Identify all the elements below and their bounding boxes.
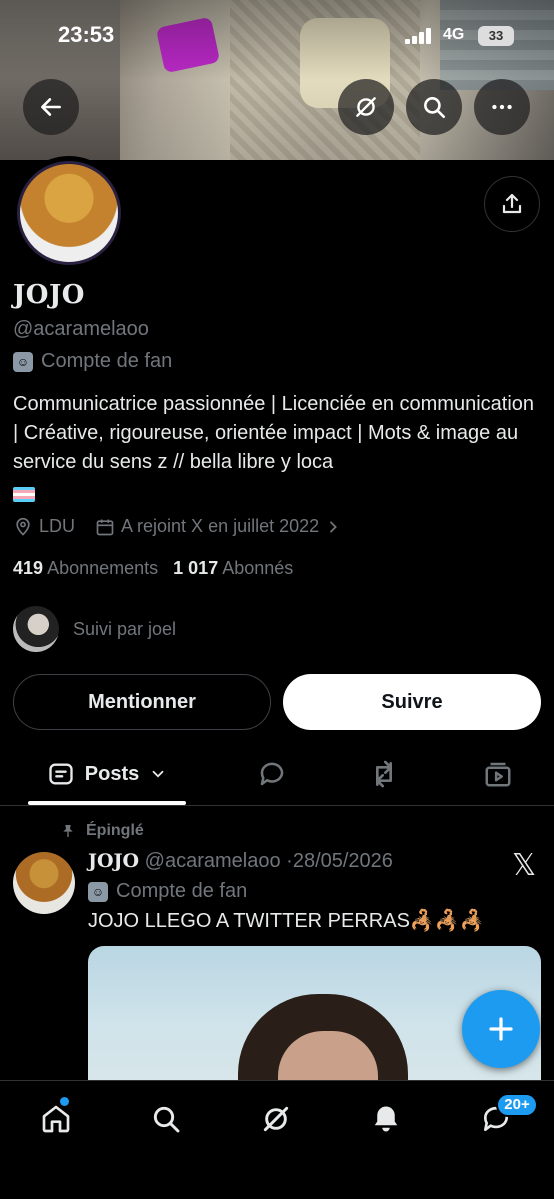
tab-replies[interactable] <box>252 744 292 804</box>
share-button[interactable] <box>484 176 540 232</box>
trans-flag-icon <box>13 487 35 503</box>
pinned-indicator: Épinglé <box>60 822 144 840</box>
plus-icon <box>489 1017 513 1041</box>
bottom-nav: 20+ <box>0 1080 554 1199</box>
followers-label: Abonnés <box>222 558 294 578</box>
home-icon <box>42 1105 70 1133</box>
following-count: 419 <box>13 558 44 578</box>
reply-icon <box>260 762 284 786</box>
pin-icon <box>63 825 73 837</box>
profile-meta: LDU A rejoint X en juillet 2022 <box>13 516 341 537</box>
mention-button[interactable]: Mentionner <box>13 674 271 730</box>
grok-icon <box>356 97 376 117</box>
network-type: 4G <box>443 26 465 43</box>
back-button[interactable] <box>23 79 79 135</box>
follow-button[interactable]: Suivre <box>283 674 541 730</box>
compose-button[interactable] <box>462 990 540 1068</box>
tab-media[interactable] <box>478 744 518 804</box>
repost-icon <box>376 760 392 788</box>
post-author-name[interactable]: JOJO <box>88 850 139 872</box>
profile-avatar[interactable] <box>12 156 126 270</box>
profile-location: LDU <box>39 516 76 536</box>
video-icon <box>485 762 511 787</box>
post-date[interactable]: 28/05/2026 <box>293 850 393 872</box>
more-options-button[interactable] <box>474 79 530 135</box>
calendar-icon <box>96 519 114 535</box>
profile-handle: @acaramelaoo <box>13 318 149 340</box>
search-icon <box>424 97 446 119</box>
search-icon <box>153 1106 180 1133</box>
bell-icon <box>374 1106 398 1132</box>
battery-indicator: 33 <box>478 26 514 46</box>
post-author-label: ☺ Compte de fan <box>88 880 247 903</box>
pinned-label: Épinglé <box>86 822 144 839</box>
nav-grok[interactable] <box>256 1099 296 1139</box>
profile-bio: Communicatrice passionnée | Licenciée en… <box>13 390 543 506</box>
tab-posts[interactable]: Posts <box>28 744 186 804</box>
x-logo-icon: 𝕏 <box>512 848 537 883</box>
nav-search[interactable] <box>146 1099 186 1139</box>
search-button[interactable] <box>406 79 462 135</box>
post-author-label-text: Compte de fan <box>116 880 248 902</box>
chevron-right-icon[interactable] <box>325 519 341 535</box>
posts-icon <box>49 763 73 785</box>
profile-label: ☺ Compte de fan <box>13 350 172 373</box>
followers-count: 1 017 <box>173 558 219 578</box>
profile-tabs: Posts <box>0 744 554 806</box>
followed-by[interactable]: Suivi par joel <box>13 606 176 652</box>
home-notification-dot <box>60 1097 69 1106</box>
post-separator: · <box>286 850 293 872</box>
signal-icon <box>405 28 431 44</box>
theater-mask-icon: ☺ <box>13 351 33 372</box>
share-icon <box>502 193 522 214</box>
post-author-avatar[interactable] <box>13 852 75 914</box>
status-bar: 23:53 4G 33 <box>0 22 554 52</box>
messages-badge: 20+ <box>496 1093 538 1117</box>
theater-mask-icon: ☺ <box>88 881 108 902</box>
arrow-left-icon <box>41 98 61 116</box>
tab-reposts[interactable] <box>364 744 404 804</box>
following-link[interactable]: 419 Abonnements <box>13 558 158 578</box>
followers-link[interactable]: 1 017 Abonnés <box>173 558 293 578</box>
chevron-down-icon[interactable] <box>149 765 167 783</box>
status-time: 23:53 <box>58 22 115 47</box>
active-tab-indicator <box>28 801 186 805</box>
tab-posts-label: Posts <box>84 762 140 785</box>
avatar-image <box>17 161 121 265</box>
profile-label-text: Compte de fan <box>41 350 173 372</box>
grok-button[interactable] <box>338 79 394 135</box>
profile-name: JOJO <box>13 280 85 310</box>
nav-home[interactable] <box>36 1097 76 1139</box>
profile-joined[interactable]: A rejoint X en juillet 2022 <box>121 516 319 537</box>
post-author-handle[interactable]: @acaramelaoo <box>145 850 281 872</box>
nav-messages[interactable]: 20+ <box>476 1093 538 1139</box>
grok-icon <box>263 1106 289 1132</box>
follow-counts: 419 Abonnements 1 017 Abonnés <box>13 558 293 579</box>
post-header: JOJO @acaramelaoo ·28/05/2026 <box>88 850 393 873</box>
follower-avatar <box>13 606 59 652</box>
post-text: JOJO LLEGO A TWITTER PERRAS🦂🦂🦂 <box>88 910 485 932</box>
following-label: Abonnements <box>47 558 159 578</box>
more-icon <box>492 104 512 110</box>
followed-by-text: Suivi par joel <box>73 618 177 639</box>
nav-notifications[interactable] <box>366 1099 406 1139</box>
location-pin-icon <box>16 517 30 536</box>
profile-bio-text: Communicatrice passionnée | Licenciée en… <box>13 393 535 473</box>
